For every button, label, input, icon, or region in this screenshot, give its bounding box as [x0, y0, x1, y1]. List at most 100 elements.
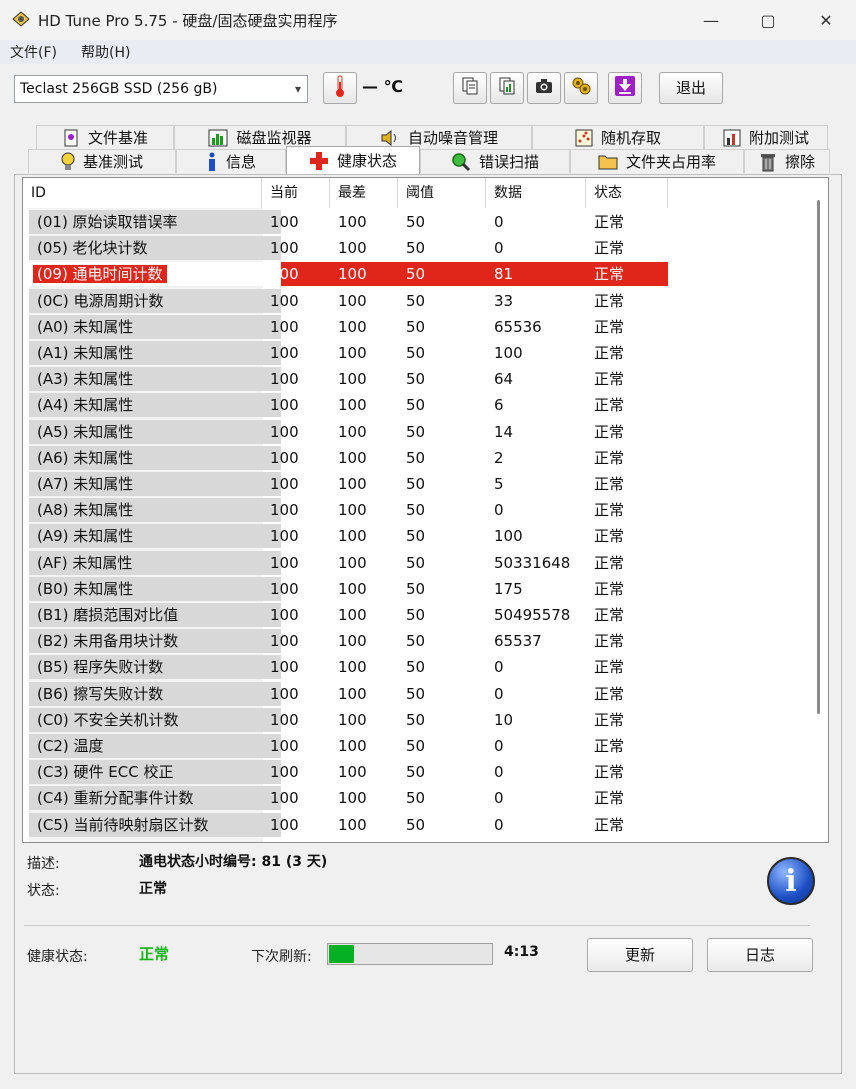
cell-text: 正常: [594, 448, 625, 467]
tab-extra-tests[interactable]: 附加测试: [704, 125, 828, 149]
cell-status: 正常: [586, 551, 668, 575]
cell-id: (C5) 当前待映射扇区计数: [29, 812, 281, 837]
cell-current: 100: [262, 551, 330, 575]
table-row[interactable]: (01) 原始读取错误率 100 100 50 0 正常: [23, 210, 813, 236]
cell-threshold: 50: [398, 393, 486, 417]
divider: [24, 925, 810, 926]
cell-text: 100: [338, 501, 367, 520]
table-row[interactable]: (A8) 未知属性 100 100 50 0 正常: [23, 498, 813, 524]
update-button[interactable]: 更新: [587, 938, 693, 972]
table-row[interactable]: (A7) 未知属性 100 100 50 5 正常: [23, 472, 813, 498]
cell-text: 50: [406, 422, 426, 441]
table-row[interactable]: (A0) 未知属性 100 100 50 65536 正常: [23, 314, 813, 341]
drive-select[interactable]: Teclast 256GB SSD (256 gB) ▾: [14, 75, 308, 103]
table-row[interactable]: (A5) 未知属性 100 100 50 14 正常: [23, 419, 813, 446]
cell-status: 正常: [586, 786, 668, 810]
tab-info[interactable]: 信息: [176, 149, 286, 173]
smart-table[interactable]: ID 当前 最差 阈值 数据 状态 (01) 原始读取错误率 100 100 50 0 正…: [22, 177, 829, 843]
table-row[interactable]: (A4) 未知属性 100 100 50 6 正常: [23, 393, 813, 419]
cell-text: 50: [406, 213, 426, 231]
header-id[interactable]: ID: [23, 178, 262, 208]
refresh-countdown: 4:13: [504, 944, 539, 960]
cell-id: (09) 通电时间计数: [29, 262, 281, 287]
table-row[interactable]: (C4) 重新分配事件计数 100 100 50 0 正常: [23, 786, 813, 812]
header-worst[interactable]: 最差: [330, 178, 398, 208]
tab-file-benchmark[interactable]: 文件基准: [36, 125, 174, 149]
minimize-button[interactable]: —: [682, 0, 740, 40]
options-button[interactable]: [564, 72, 598, 104]
table-row[interactable]: (A9) 未知属性 100 100 50 100 正常: [23, 524, 813, 550]
cell-text: (C2) 温度: [37, 737, 104, 755]
cell-worst: 100: [330, 682, 398, 706]
table-row[interactable]: (B1) 磨损范围对比值 100 100 50 50495578 正常: [23, 603, 813, 629]
table-row[interactable]: (A3) 未知属性 100 100 50 64 正常: [23, 367, 813, 393]
cell-text: 100: [270, 606, 299, 624]
tab-benchmark[interactable]: 基准测试: [28, 149, 176, 173]
info-button[interactable]: i: [767, 857, 815, 905]
cell-text: 100: [270, 763, 299, 782]
table-row[interactable]: (C3) 硬件 ECC 校正 100 100 50 0 正常: [23, 760, 813, 786]
table-row[interactable]: (B0) 未知属性 100 100 50 175 正常: [23, 576, 813, 603]
cell-id: (C2) 温度: [29, 734, 281, 758]
cell-status: 正常: [586, 734, 668, 758]
cell-current: 100: [262, 682, 330, 706]
maximize-button[interactable]: ▢: [739, 0, 797, 40]
cell-text: 正常: [594, 527, 625, 546]
cell-text: 100: [270, 527, 299, 546]
header-threshold[interactable]: 阈值: [398, 178, 486, 208]
cell-worst: 100: [330, 315, 398, 339]
tab-health[interactable]: 健康状态: [286, 146, 420, 174]
table-row[interactable]: (A1) 未知属性 100 100 50 100 正常: [23, 341, 813, 367]
table-row[interactable]: (05) 老化块计数 100 100 50 0 正常: [23, 236, 813, 262]
table-row[interactable]: (B6) 擦写失败计数 100 100 50 0 正常: [23, 681, 813, 708]
table-row[interactable]: (B2) 未用备用块计数 100 100 50 65537 正常: [23, 629, 813, 655]
temperature-button[interactable]: [323, 72, 357, 104]
table-header: ID 当前 最差 阈值 数据 状态: [23, 178, 813, 208]
tab-random-access[interactable]: 随机存取: [532, 125, 704, 149]
vertical-scrollbar[interactable]: [811, 178, 828, 842]
log-button[interactable]: 日志: [707, 938, 813, 972]
table-row[interactable]: (C5) 当前待映射扇区计数 100 100 50 0 正常: [23, 812, 813, 839]
menu-help[interactable]: 帮助(H): [81, 42, 130, 62]
cell-threshold: 50: [398, 341, 486, 365]
copy-icon: [460, 76, 480, 100]
cell-current: 100: [262, 472, 330, 496]
cell-id: (A0) 未知属性: [29, 314, 281, 339]
cell-threshold: 50: [398, 760, 486, 784]
cell-text: (05) 老化块计数: [37, 239, 148, 258]
cell-current: 100: [262, 393, 330, 417]
screenshot-button[interactable]: [527, 72, 561, 104]
tab-folder-usage[interactable]: 文件夹占用率: [570, 149, 744, 173]
table-row[interactable]: (C2) 温度 100 100 50 0 正常: [23, 734, 813, 760]
cell-data: 0: [486, 734, 586, 758]
menu-file[interactable]: 文件(F): [10, 42, 57, 62]
cell-text: 100: [338, 579, 367, 598]
cell-status: 正常: [586, 315, 668, 339]
copy-image-button[interactable]: [490, 72, 524, 104]
wrench-icon: [570, 75, 592, 101]
cell-text: 100: [338, 553, 367, 572]
cell-text: 0: [494, 684, 504, 703]
cell-text: 正常: [594, 317, 625, 336]
copy-text-button[interactable]: [453, 72, 487, 104]
table-row-selected[interactable]: (09) 通电时间计数 100 100 50 81 正常: [23, 262, 813, 288]
exit-button[interactable]: 退出: [659, 72, 723, 104]
close-button[interactable]: ✕: [797, 0, 855, 40]
tab-erase[interactable]: 擦除: [744, 149, 830, 173]
tab-error-scan[interactable]: 错误扫描: [420, 149, 570, 173]
table-row[interactable]: (0C) 电源周期计数 100 100 50 33 正常: [23, 288, 813, 315]
cell-worst: 100: [330, 786, 398, 810]
cell-worst: 100: [330, 760, 398, 784]
header-data[interactable]: 数据: [486, 178, 586, 208]
save-button[interactable]: [608, 72, 642, 104]
header-status[interactable]: 状态: [586, 178, 668, 208]
table-row[interactable]: (A6) 未知属性 100 100 50 2 正常: [23, 445, 813, 472]
table-row[interactable]: (AF) 未知属性 100 100 50 50331648 正常: [23, 550, 813, 577]
scrollbar-thumb[interactable]: [817, 200, 820, 714]
table-row[interactable]: (B5) 程序失败计数 100 100 50 0 正常: [23, 655, 813, 681]
cell-data: 6: [486, 393, 586, 417]
camera-icon: [534, 77, 554, 99]
table-row[interactable]: (C0) 不安全关机计数 100 100 50 10 正常: [23, 707, 813, 734]
header-current[interactable]: 当前: [262, 178, 330, 208]
cell-text: 100: [270, 370, 299, 389]
